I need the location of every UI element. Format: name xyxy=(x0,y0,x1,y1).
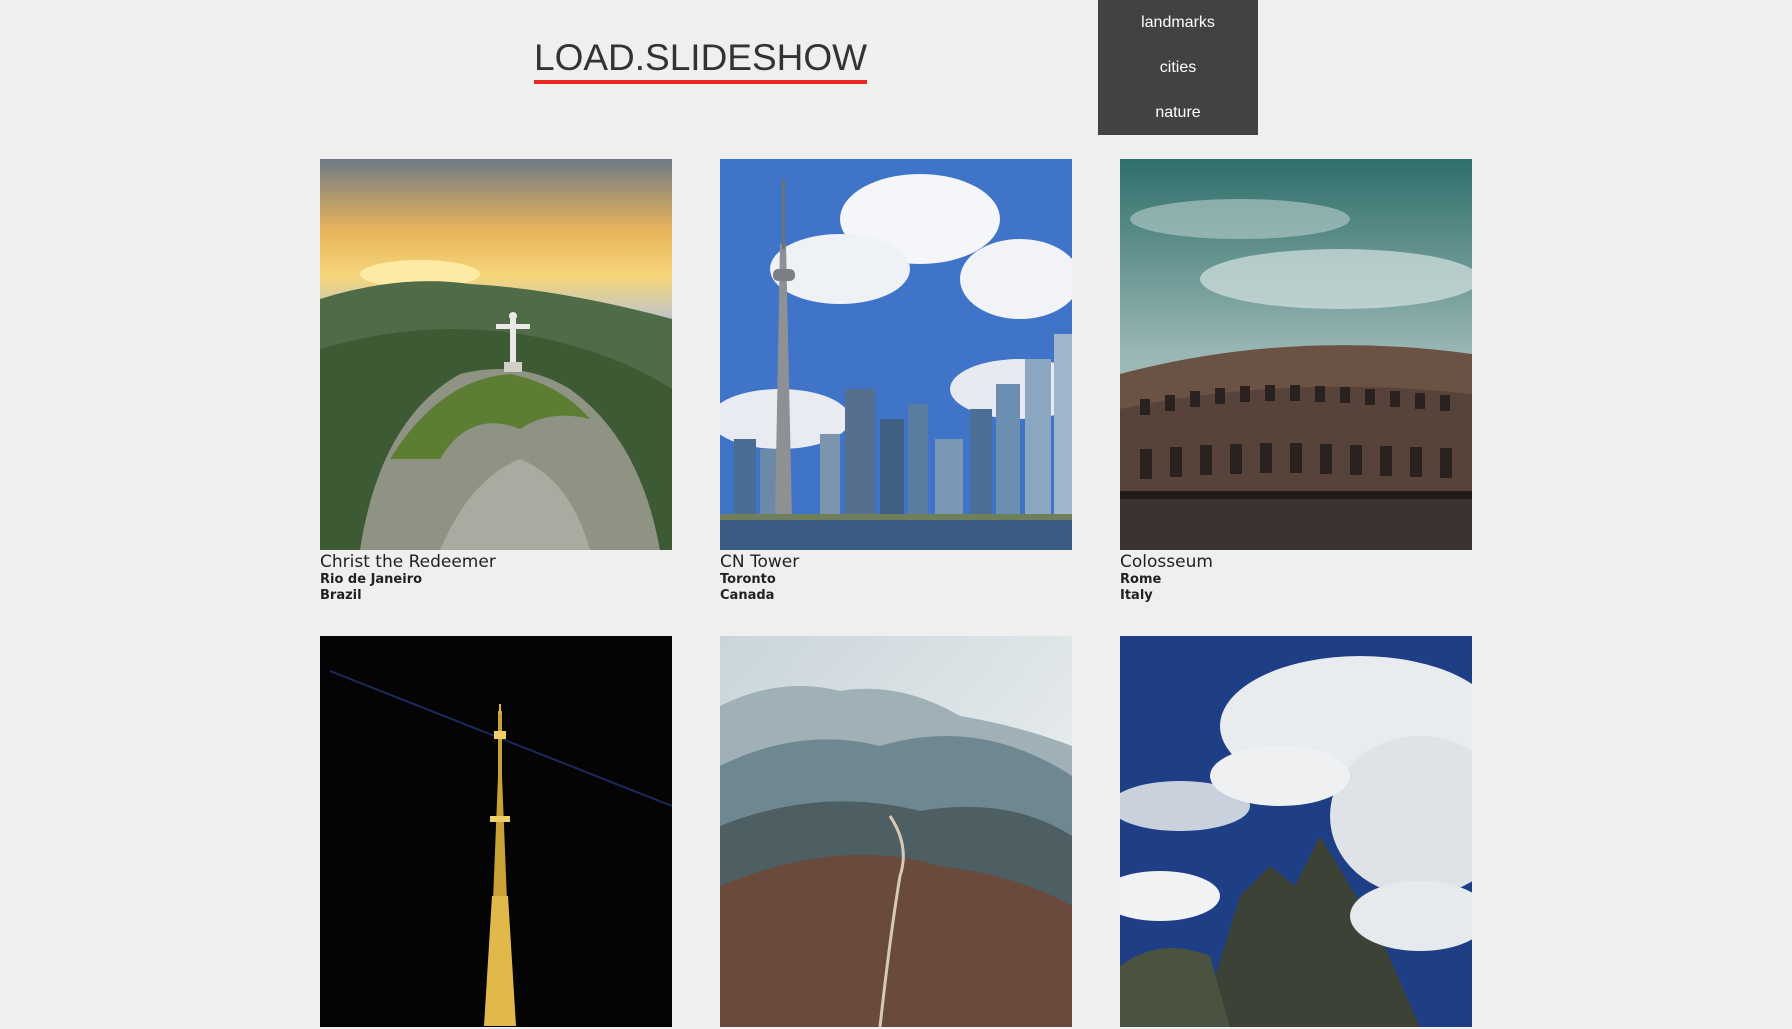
photo-great-wall[interactable] xyxy=(720,636,1072,1027)
gallery-card[interactable]: Christ the Redeemer Rio de Janeiro Brazi… xyxy=(320,159,672,604)
gallery-card[interactable] xyxy=(1120,636,1472,1029)
menu-item-cities[interactable]: cities xyxy=(1098,45,1258,90)
gallery-card[interactable] xyxy=(320,636,672,1029)
photo-grid: Christ the Redeemer Rio de Janeiro Brazi… xyxy=(320,159,1472,1029)
card-country: Italy xyxy=(1120,588,1153,603)
card-city: Toronto xyxy=(720,572,776,587)
gallery-card[interactable]: Colosseum Rome Italy xyxy=(1120,159,1472,604)
card-city: Rome xyxy=(1120,572,1162,587)
site-logo[interactable]: LOAD.SLIDESHOW xyxy=(534,36,868,84)
photo-machu-picchu[interactable] xyxy=(1120,636,1472,1027)
photo-christ-the-redeemer[interactable] xyxy=(320,159,672,550)
photo-eiffel-tower[interactable] xyxy=(320,636,672,1027)
photo-cn-tower[interactable] xyxy=(720,159,1072,550)
gallery-card[interactable]: CN Tower Toronto Canada xyxy=(720,159,1072,604)
menu-item-landmarks[interactable]: landmarks xyxy=(1098,0,1258,45)
category-menu: landmarks cities nature xyxy=(1098,0,1258,135)
photo-colosseum[interactable] xyxy=(1120,159,1472,550)
gallery-card[interactable] xyxy=(720,636,1072,1029)
card-country: Canada xyxy=(720,588,775,603)
card-title: Colosseum xyxy=(1120,552,1213,572)
card-title: CN Tower xyxy=(720,552,800,572)
menu-item-nature[interactable]: nature xyxy=(1098,90,1258,135)
card-title: Christ the Redeemer xyxy=(320,552,496,572)
card-country: Brazil xyxy=(320,588,362,603)
card-city: Rio de Janeiro xyxy=(320,572,423,587)
